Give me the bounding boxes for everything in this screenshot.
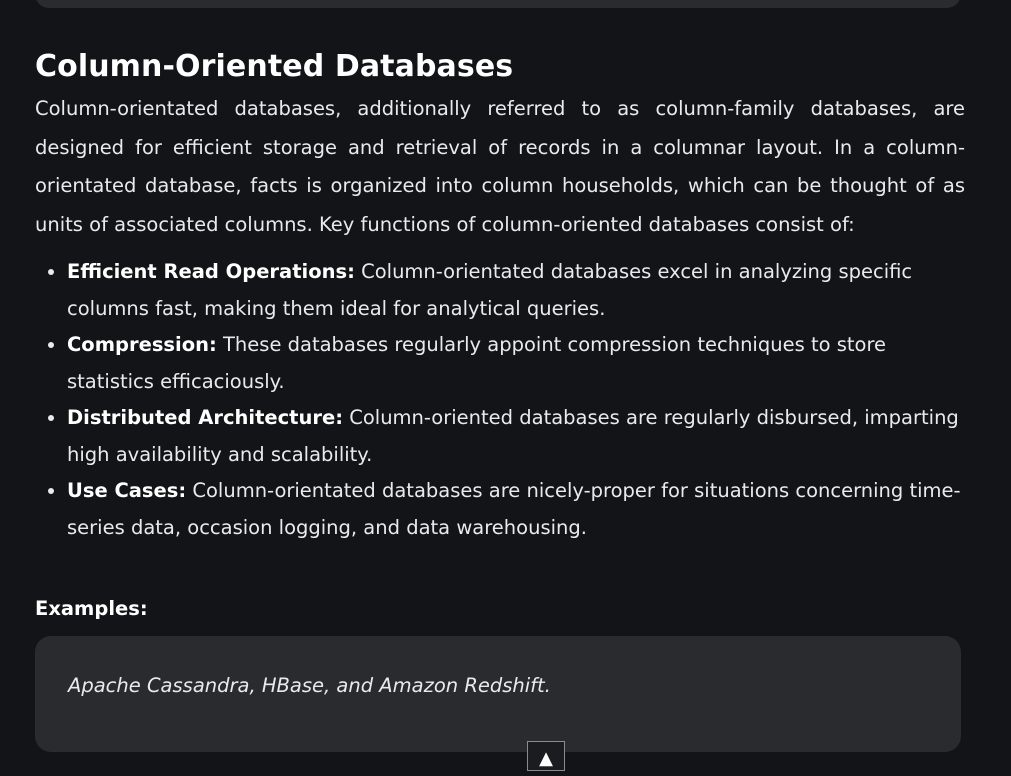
section-intro: Column-orientated databases, additionall… [35,97,965,236]
list-item: Use Cases: Column-orientated databases a… [67,473,965,546]
scroll-to-top-button[interactable]: ▲ [527,741,565,771]
features-list: Efficient Read Operations: Column-orient… [35,254,965,546]
list-item: Efficient Read Operations: Column-orient… [67,254,965,327]
examples-card: Apache Cassandra, HBase, and Amazon Reds… [35,636,961,752]
column-oriented-section: Column-Oriented Databases Column-orienta… [35,44,965,632]
examples-heading: Examples: [35,597,148,620]
previous-card [35,0,961,8]
feature-term: Efficient Read Operations: [67,260,355,283]
up-triangle-icon: ▲ [539,748,553,769]
feature-term: Distributed Architecture: [67,406,344,429]
feature-text: Column-orientated databases are nicely-p… [67,479,961,539]
feature-term: Compression: [67,333,217,356]
list-item: Compression: These databases regularly a… [67,327,965,400]
examples-text: Apache Cassandra, HBase, and Amazon Reds… [68,674,551,697]
feature-term: Use Cases: [67,479,187,502]
list-item: Distributed Architecture: Column-oriente… [67,400,965,473]
section-title: Column-Oriented Databases [35,49,514,84]
